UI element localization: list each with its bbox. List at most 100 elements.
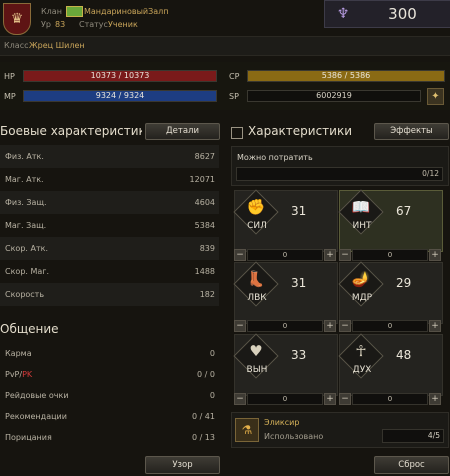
elixir-icon: ⚗ [235,418,259,442]
stat-value: 4604 [194,198,215,207]
heart-icon: ♥ [249,342,263,360]
social-label: Карма [5,349,32,358]
arm-icon: ✊ [246,198,266,216]
gem-count: 300 [388,5,417,23]
status-value: Ученик [108,20,138,29]
clan-label: Клан [41,7,62,16]
sp-pouch-icon[interactable]: ✦ [427,88,444,105]
stat-row: Физ. Защ. 4604 [0,191,219,214]
stat-value: 67 [396,204,412,218]
stat-card-dex[interactable]: 👢 ЛВК 31 [233,261,338,324]
stat-row: Скорость 182 [0,283,219,306]
stat-row: Маг. Защ. 5384 [0,214,219,237]
step-value[interactable]: 0 [247,393,323,405]
step-value[interactable]: 0 [247,249,323,261]
social-label: Порицания [5,433,52,442]
stepper-con: − 0 + [234,393,336,405]
social-row: Рейдовые очки 0 [0,384,219,405]
level-value: 83 [55,20,66,29]
minus-button[interactable]: − [234,320,246,332]
stepper-wit: − 0 + [339,320,441,332]
clan-crest-icon: ♛ [3,3,31,35]
social-row: Карма 0 [0,342,219,363]
stat-card-wit[interactable]: 🪔 МДР 29 [338,261,443,324]
spirit-icon: ☥ [355,342,367,360]
stat-row: Маг. Атк. 12071 [0,168,219,191]
plus-button[interactable]: + [324,393,336,405]
hp-label: HP [4,72,15,81]
stepper-dex: − 0 + [234,320,336,332]
plus-button[interactable]: + [324,249,336,261]
clan-name[interactable]: МандариновыйЗалп [84,7,168,16]
lamp-icon: 🪔 [351,270,371,288]
social-row: Рекомендации 0 / 41 [0,405,219,426]
reset-button[interactable]: Сброс [374,456,449,474]
spend-value-text: 0/12 [422,169,439,178]
stat-value: 1488 [194,267,215,276]
stat-value: 839 [199,244,215,253]
effects-button[interactable]: Эффекты [374,123,449,140]
characteristics-toggle-icon[interactable] [231,127,243,139]
stat-card-con[interactable]: ♥ ВЫН 33 [233,333,338,396]
step-value[interactable]: 0 [352,249,428,261]
mp-bar: 9324 / 9324 [23,90,217,102]
elixir-used-value: 4/5 [427,431,440,440]
clan-flag-icon [66,6,83,17]
minus-button[interactable]: − [339,320,351,332]
stat-value: 48 [396,348,412,362]
social-title: Общение [0,322,59,336]
minus-button[interactable]: − [339,393,351,405]
sp-label: SP [229,92,239,101]
stepper-str: − 0 + [234,249,336,261]
social-label: Рекомендации [5,412,67,421]
plus-button[interactable]: + [429,393,441,405]
stat-row: Скор. Маг. 1488 [0,260,219,283]
stat-row: Физ. Атк. 8627 [0,145,219,168]
spend-label: Можно потратить [237,153,313,162]
stat-label: Маг. Защ. [5,221,47,230]
details-button[interactable]: Детали [145,123,220,140]
elixir-used-field: 4/5 [382,429,444,443]
gem-counter[interactable]: ♆ 300 [324,0,450,28]
step-value[interactable]: 0 [247,320,323,332]
pvp-label: PvP [5,370,20,379]
stat-abbr: СИЛ [247,221,267,231]
stat-card-str[interactable]: ✊ СИЛ 31 [233,189,338,252]
social-label-pvp-pk: PvP/PK [5,370,32,379]
characteristics-title: Характеристики [248,124,353,138]
mp-label: MP [4,92,16,101]
stat-abbr: ИНТ [352,221,372,231]
book-icon: 📖 [351,198,371,216]
stat-value: 33 [291,348,307,362]
minus-button[interactable]: − [234,249,246,261]
social-value: 0 / 41 [191,412,215,421]
stat-label: Маг. Атк. [5,175,44,184]
stat-value: 12071 [189,175,215,184]
plus-button[interactable]: + [324,320,336,332]
plus-button[interactable]: + [429,320,441,332]
pattern-button[interactable]: Узор [145,456,220,474]
stat-card-men[interactable]: ☥ ДУХ 48 [338,333,443,396]
stat-abbr: ДУХ [352,365,372,375]
stat-label: Скор. Маг. [5,267,50,276]
stat-value: 31 [291,204,307,218]
minus-button[interactable]: − [234,393,246,405]
combat-title: Боевые характеристики [0,124,142,138]
level-label: Ур [41,20,51,29]
sp-bar: 6002919 [247,90,421,102]
social-value: 0 / 13 [191,433,215,442]
plus-button[interactable]: + [429,249,441,261]
class-label: Класс [4,41,29,50]
step-value[interactable]: 0 [352,393,428,405]
social-value: 0 [209,349,215,358]
social-value: 0 / 0 [197,370,215,379]
stat-card-int[interactable]: 📖 ИНТ 67 [338,189,443,252]
step-value[interactable]: 0 [352,320,428,332]
stat-value: 31 [291,276,307,290]
minus-button[interactable]: − [339,249,351,261]
stat-abbr: МДР [351,293,373,303]
status-label: Статус [79,20,108,29]
combat-stats-list: Физ. Атк. 8627 Маг. Атк. 12071 Физ. Защ. 46… [0,143,219,314]
spend-value: 0/12 [236,167,443,181]
elixir-label: Эликсир [264,418,300,427]
